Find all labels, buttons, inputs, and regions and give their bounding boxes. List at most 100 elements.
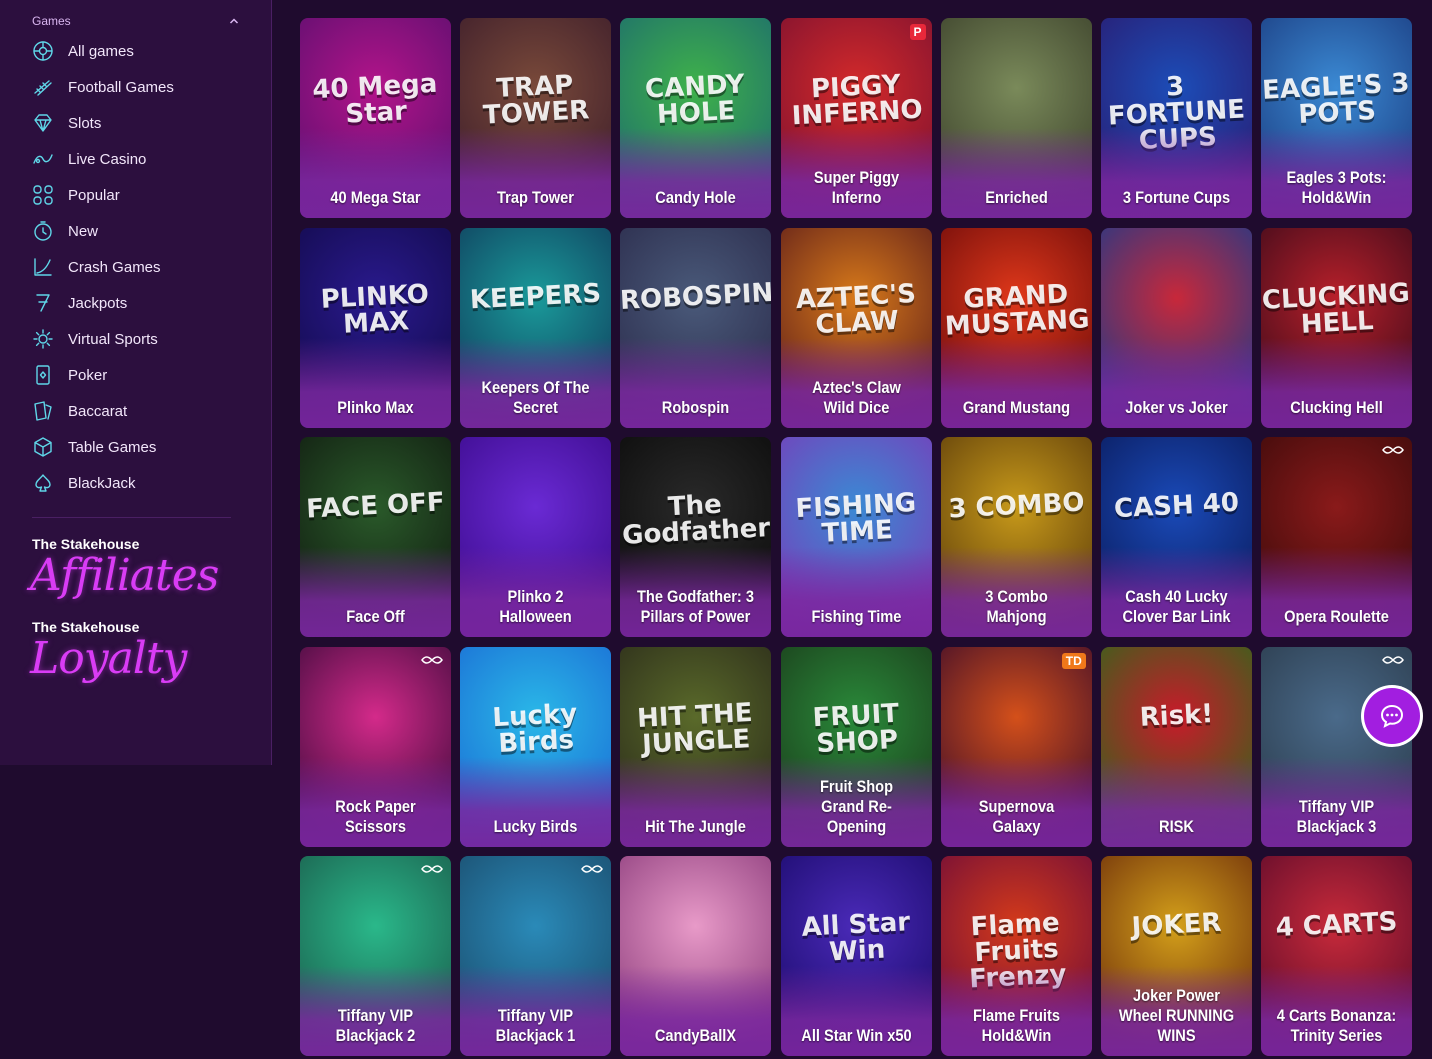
sidebar-item-virtual-sports[interactable]: Virtual Sports [0,321,271,357]
game-tile[interactable]: Enriched [940,18,1092,218]
game-title: Joker vs Joker [1125,397,1228,417]
game-tile[interactable]: Lucky Birds Lucky Birds [460,646,612,847]
game-title: Super Piggy Inferno [813,168,899,207]
game-title: Lucky Birds [493,816,578,836]
game-title: Keepers Of The Secret [481,377,590,417]
game-tile[interactable]: PIGGY INFERNO Super Piggy Inferno P [780,18,932,218]
chevron-up-icon[interactable] [229,16,239,26]
game-title: Tiffany VIP Blackjack 1 [495,1006,576,1045]
game-title: Enriched [984,188,1048,207]
live-stream-icon [421,865,443,873]
game-tile[interactable]: CandyBallX [620,856,772,1056]
sidebar-item-label: Jackpots [68,294,128,312]
sidebar-item-popular[interactable]: Popular [0,177,271,213]
sidebar-item-new[interactable]: New [0,213,271,249]
game-logo-text: FACE OFF [305,487,446,525]
game-logo-text: EAGLE'S 3 POTS [1261,68,1411,130]
sidebar-item-label: Table Games [68,438,157,456]
affiliates-script: Affiliates [30,550,219,601]
game-tile[interactable]: JOKER Joker Power Wheel RUNNING WINS [1100,856,1252,1056]
game-tile[interactable]: FISHING TIME Fishing Time [780,437,932,637]
game-logo-text: PLINKO MAX [320,278,430,340]
game-tile[interactable]: TRAP TOWER Trap Tower [460,18,612,218]
game-logo-text: TRAP TOWER [482,70,591,131]
loyalty-link[interactable]: The Stakehouse Loyalty [0,619,271,684]
all-games-icon [33,41,53,61]
sidebar-item-blackjack[interactable]: BlackJack [0,465,271,501]
game-tile[interactable]: Plinko 2 Halloween [460,437,612,637]
sidebar-item-label: Poker [68,366,108,384]
game-title: The Godfather: 3 Pillars of Power [637,587,755,626]
game-logo-text: 40 Mega Star [311,68,438,130]
live-stream-icon [1382,446,1405,454]
game-logo-text: CASH 40 [1113,487,1240,525]
sidebar-item-table-games[interactable]: Table Games [0,429,271,465]
game-tile[interactable]: GRAND MUSTANG Grand Mustang [940,227,1092,428]
game-tile[interactable]: All Star Win All Star Win x50 [780,856,932,1056]
game-tile[interactable]: EAGLE'S 3 POTS Eagles 3 Pots: Hold&Win [1261,18,1413,218]
game-logo-text: KEEPERS [469,278,602,315]
sidebar-item-jackpots[interactable]: Jackpots [0,285,271,321]
sidebar-item-label: New [68,222,99,240]
game-title: Trap Tower [497,188,575,207]
game-tile[interactable]: 3 COMBO 3 Combo Mahjong [940,437,1092,637]
sidebar-item-poker[interactable]: Poker [0,357,271,393]
game-title: 40 Mega Star [330,188,421,207]
game-tile[interactable]: 4 CARTS 4 Carts Bonanza: Trinity Series [1261,856,1413,1056]
sidebar-item-label: All games [68,42,134,60]
game-tile[interactable]: PLINKO MAX Plinko Max [300,227,451,428]
game-title: CandyBallX [655,1026,737,1045]
poker-icon [36,365,50,385]
game-title: Tiffany VIP Blackjack 3 [1296,796,1377,836]
provider-badge: TD [1061,652,1086,669]
game-tile[interactable]: Tiffany VIP Blackjack 1 [460,856,612,1056]
game-title: Aztec's Claw Wild Dice [811,377,901,417]
chat-bubble-icon [1380,704,1404,728]
games-nav: All games Football Games Slots Live Casino P… [0,33,271,501]
game-tile[interactable]: Joker vs Joker [1100,227,1252,428]
game-tile[interactable]: Tiffany VIP Blackjack 2 [300,856,451,1056]
sidebar-item-football-games[interactable]: Football Games [0,69,271,105]
game-title: Face Off [346,607,405,626]
new-icon [34,221,52,241]
game-tile[interactable]: Rock Paper Scissors [300,646,451,847]
game-title: Cash 40 Lucky Clover Bar Link [1122,587,1231,626]
game-tile[interactable]: Supernova Galaxy TD [940,646,1092,847]
game-tile[interactable]: Risk! RISK [1100,646,1252,847]
sidebar-item-live-casino[interactable]: Live Casino [0,141,271,177]
game-tile[interactable]: Flame Fruits FrenzyFlame Fruits Hold&Win [940,856,1092,1056]
sidebar-item-slots[interactable]: Slots [0,105,271,141]
sidebar-item-crash-games[interactable]: Crash Games [0,249,271,285]
game-title: Clucking Hell [1290,397,1383,417]
sidebar-item-baccarat[interactable]: Baccarat [0,393,271,429]
game-tile[interactable]: 3 FORTUNE CUPS3 Fortune Cups [1100,18,1252,218]
sidebar-item-all-games[interactable]: All games [0,33,271,69]
game-tile[interactable]: CLUCKING HELL Clucking Hell [1261,227,1413,428]
game-logo-text: Lucky Birds [491,698,579,759]
game-tile[interactable]: Tiffany VIP Blackjack 3 [1261,646,1413,847]
game-tile[interactable]: ROBOSPIN Robospin [620,227,772,428]
game-title: Flame Fruits Hold&Win [972,1006,1060,1045]
game-tile[interactable]: CASH 40 Cash 40 Lucky Clover Bar Link [1100,437,1252,637]
affiliates-link[interactable]: The Stakehouse Affiliates [0,536,271,601]
chat-button[interactable] [1364,688,1420,744]
game-tile[interactable]: AZTEC'S CLAW Aztec's Claw Wild Dice [780,227,932,428]
game-tile[interactable]: 40 Mega Star 40 Mega Star [300,18,451,218]
game-tile[interactable]: The Godfather The Godfather: 3 Pillars of… [620,437,772,637]
game-tile[interactable]: CANDY HOLE Candy Hole [620,18,772,218]
game-logo-text: JOKER [1130,907,1223,943]
game-tile[interactable]: Opera Roulette [1261,437,1413,637]
game-logo-text: FISHING TIME [794,487,917,549]
game-tile[interactable]: FRUIT SHOP Fruit Shop Grand Re-Opening [780,646,932,847]
game-title: Plinko 2 Halloween [499,587,572,626]
game-title: Fishing Time [811,607,902,626]
game-logo-text: 3 COMBO [947,487,1086,525]
game-tile[interactable]: FACE OFF Face Off [300,437,451,637]
game-tile[interactable]: HIT THE JUNGLE Hit The Jungle [620,646,772,847]
game-logo-text: 4 CARTS [1275,906,1399,944]
live-stream-icon [581,865,604,873]
games-section-header[interactable]: Games [0,0,271,30]
sidebar: Games All games Football Games Slots Live C… [0,0,272,765]
game-tile[interactable]: KEEPERS Keepers Of The Secret [460,227,612,428]
game-title: Tiffany VIP Blackjack 2 [335,1006,416,1045]
